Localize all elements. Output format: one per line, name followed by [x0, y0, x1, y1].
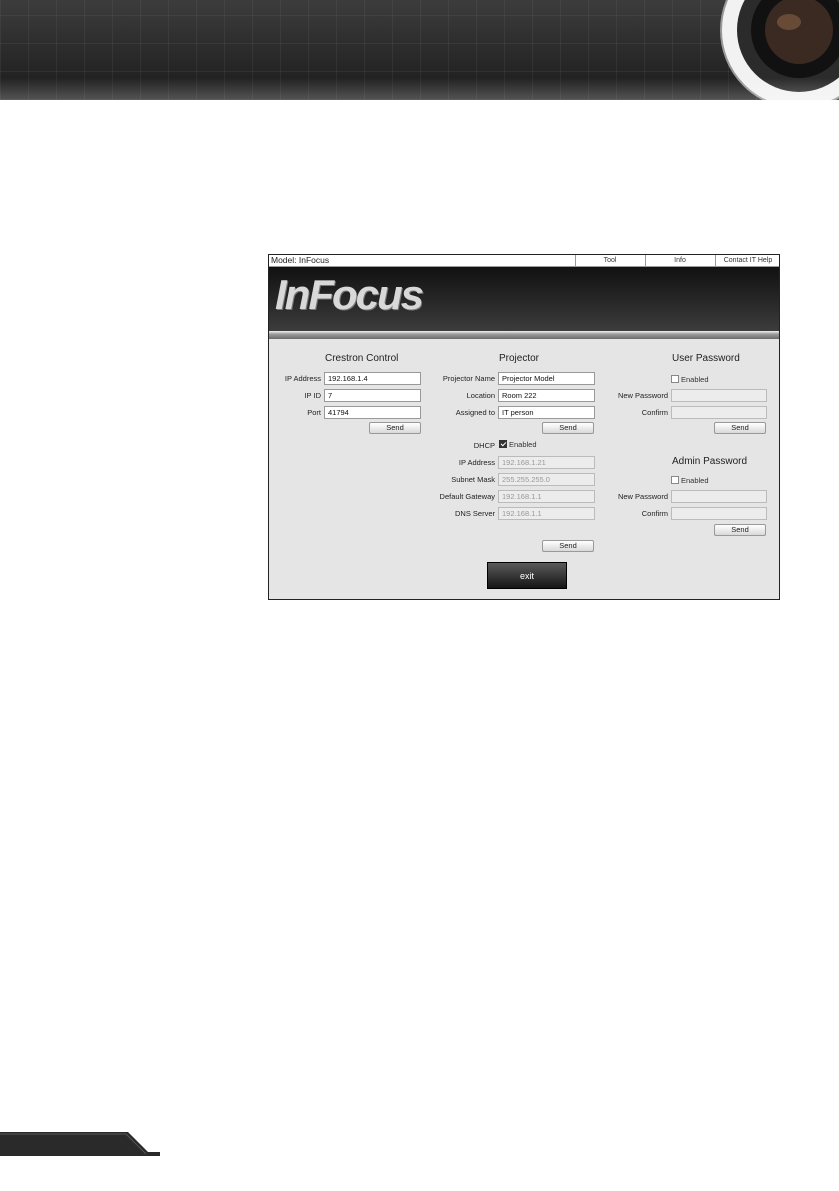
- infocus-logo: InFocus: [275, 271, 424, 318]
- dhcp-enabled-checkbox[interactable]: Enabled: [499, 440, 537, 450]
- dhcp-label: DHCP: [473, 441, 495, 450]
- assigned-to-label: Assigned to: [455, 408, 495, 417]
- crestron-send-button[interactable]: Send: [369, 422, 421, 434]
- crestron-ipid-label: IP ID: [304, 391, 321, 400]
- web-control-screenshot: Model: InFocus Tool Info Contact IT Help…: [268, 254, 780, 600]
- admin-confirm-label: Confirm: [641, 509, 668, 518]
- user-password-enabled-checkbox[interactable]: Enabled: [671, 375, 709, 385]
- projector-send-button[interactable]: Send: [542, 422, 594, 434]
- crestron-ip-label: IP Address: [284, 374, 321, 383]
- crestron-title: Crestron Control: [325, 353, 399, 364]
- assigned-to-input[interactable]: IT person: [498, 406, 595, 419]
- subnet-mask-label: Subnet Mask: [451, 475, 495, 484]
- user-confirm-input[interactable]: [671, 406, 767, 419]
- projector-ip-label: IP Address: [458, 458, 495, 467]
- user-password-enabled-label: Enabled: [681, 375, 709, 384]
- admin-confirm-input[interactable]: [671, 507, 767, 520]
- nav-contact-it-help[interactable]: Contact IT Help: [715, 255, 780, 266]
- user-password-send-button[interactable]: Send: [714, 422, 766, 434]
- admin-password-enabled-label: Enabled: [681, 476, 709, 485]
- network-send-button[interactable]: Send: [542, 540, 594, 552]
- projector-name-label: Projector Name: [442, 374, 495, 383]
- checkbox-icon: [671, 375, 679, 384]
- nav-tool[interactable]: Tool: [575, 255, 644, 266]
- checkbox-icon: [671, 476, 679, 485]
- dns-server-label: DNS Server: [454, 509, 495, 518]
- admin-password-send-button[interactable]: Send: [714, 524, 766, 536]
- user-new-password-label: New Password: [617, 391, 668, 400]
- projector-name-input[interactable]: Projector Model: [498, 372, 595, 385]
- checkbox-icon: [499, 440, 507, 449]
- user-confirm-label: Confirm: [641, 408, 668, 417]
- admin-password-enabled-checkbox[interactable]: Enabled: [671, 476, 709, 486]
- crestron-port-input[interactable]: 41794: [324, 406, 421, 419]
- user-password-title: User Password: [672, 353, 740, 364]
- exit-button[interactable]: exit: [487, 562, 567, 589]
- user-new-password-input[interactable]: [671, 389, 767, 402]
- banner-divider: [269, 331, 779, 339]
- crestron-ip-input[interactable]: 192.168.1.4: [324, 372, 421, 385]
- crestron-port-label: Port: [307, 408, 321, 417]
- admin-new-password-input[interactable]: [671, 490, 767, 503]
- projector-title: Projector: [499, 353, 540, 364]
- crestron-ipid-input[interactable]: 7: [324, 389, 421, 402]
- dns-server-input[interactable]: 192.168.1.1: [498, 507, 595, 520]
- projector-ip-input[interactable]: 192.168.1.21: [498, 456, 595, 469]
- admin-password-title: Admin Password: [672, 456, 748, 467]
- admin-new-password-label: New Password: [617, 492, 668, 501]
- page-header-banner: [0, 0, 839, 100]
- location-input[interactable]: Room 222: [498, 389, 595, 402]
- model-label: Model: InFocus: [271, 255, 330, 265]
- location-label: Location: [466, 391, 495, 400]
- top-bar: Model: InFocus Tool Info Contact IT Help: [269, 255, 779, 267]
- subnet-mask-input[interactable]: 255.255.255.0: [498, 473, 595, 486]
- default-gateway-input[interactable]: 192.168.1.1: [498, 490, 595, 503]
- logo-banner: InFocus: [269, 267, 779, 331]
- dhcp-enabled-label: Enabled: [509, 440, 537, 449]
- nav-info[interactable]: Info: [645, 255, 714, 266]
- default-gateway-label: Default Gateway: [439, 492, 495, 501]
- page-tab-decoration: [0, 1132, 160, 1156]
